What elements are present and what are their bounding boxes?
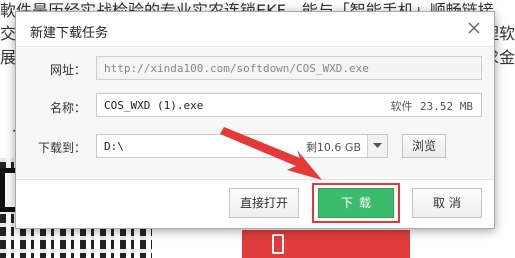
file-type: 软件 — [390, 100, 413, 113]
bg-red-button[interactable] — [242, 230, 410, 258]
url-input[interactable] — [97, 57, 481, 79]
browse-button[interactable]: 浏览 — [402, 134, 446, 158]
url-field[interactable] — [96, 56, 482, 80]
save-dir-field[interactable]: 剩10.6 GB — [96, 134, 388, 158]
save-dir-input[interactable] — [97, 135, 277, 157]
close-icon[interactable] — [466, 20, 482, 36]
dialog-content: 网址： 名称： 软件 23.52 MB 下载到： 剩10.6 GB 浏览 — [16, 46, 494, 180]
new-download-dialog: 新建下载任务 网址： 名称： 软件 23.52 MB 下载到： 剩10.6 GB — [15, 11, 495, 229]
free-space-text: 剩10.6 GB — [305, 141, 361, 154]
dialog-titlebar[interactable]: 新建下载任务 — [16, 12, 494, 46]
save-dir-label: 下载到： — [37, 141, 86, 155]
name-field[interactable]: 软件 23.52 MB — [96, 93, 482, 117]
chevron-down-icon — [373, 143, 382, 148]
file-name-input[interactable] — [97, 94, 337, 116]
dialog-title: 新建下载任务 — [30, 26, 109, 41]
phone-icon — [272, 234, 284, 254]
url-label: 网址： — [49, 63, 86, 77]
name-label: 名称： — [49, 101, 86, 115]
download-button[interactable]: 下载 — [318, 188, 394, 218]
file-meta: 软件 23.52 MB — [391, 98, 473, 114]
open-directly-button[interactable]: 直接打开 — [229, 188, 299, 218]
file-size: 23.52 MB — [420, 100, 473, 113]
dir-dropdown-button[interactable] — [367, 135, 387, 157]
cancel-button[interactable]: 取消 — [412, 188, 482, 218]
